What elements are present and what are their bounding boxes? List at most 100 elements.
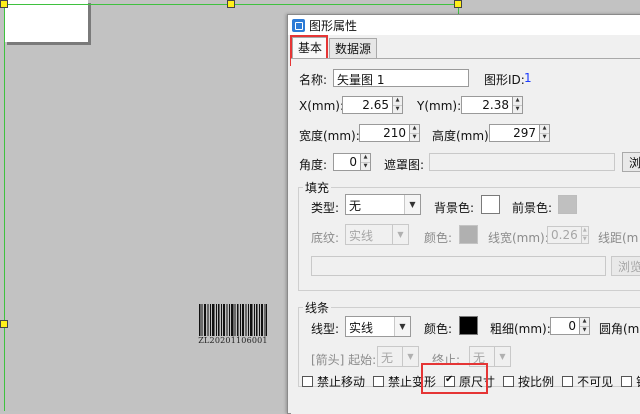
- resize-handle-top-right[interactable]: [454, 0, 462, 8]
- height-increment-icon[interactable]: ▲: [540, 125, 549, 134]
- y-label: Y(mm):: [417, 99, 462, 113]
- chevron-down-icon[interactable]: ▼: [404, 195, 420, 214]
- angle-label: 角度:: [299, 158, 328, 172]
- chevron-down-icon[interactable]: ▼: [494, 347, 510, 366]
- stroke-type-value: 实线: [349, 321, 374, 335]
- barcode-text: ZL20201106001: [198, 336, 268, 345]
- name-input[interactable]: 矢量图 1: [333, 69, 469, 87]
- y-value[interactable]: 2.38: [461, 96, 512, 114]
- height-stepper[interactable]: 297 ▲ ▼: [489, 124, 550, 142]
- arrow-start-value: 无: [381, 351, 394, 365]
- x-value[interactable]: 2.65: [342, 96, 392, 114]
- checkbox-keep-ratio[interactable]: 按比例: [503, 373, 554, 390]
- fill-line-width-stepper[interactable]: 0.26 ▲ ▼: [547, 226, 589, 244]
- pattern-value: 实线: [349, 229, 374, 243]
- checkbox-lock-move[interactable]: 禁止移动: [302, 373, 365, 390]
- dialog-titlebar[interactable]: 图形属性: [288, 15, 640, 35]
- selection-frame-left: [4, 4, 5, 411]
- checkbox-box[interactable]: [503, 376, 515, 387]
- app-icon: [292, 18, 305, 32]
- name-label: 名称:: [299, 73, 328, 87]
- stroke-type-label: 线型:: [311, 322, 340, 336]
- fill-type-value: 无: [349, 199, 362, 213]
- fill-line-width-decrement-icon[interactable]: ▼: [582, 236, 588, 244]
- thickness-stepper[interactable]: 0 ▲ ▼: [550, 317, 590, 335]
- checkbox-label: 按比例: [518, 375, 555, 389]
- width-label: 宽度(mm):: [299, 129, 360, 143]
- stroke-type-select[interactable]: 实线 ▼: [345, 316, 411, 337]
- checkbox-box[interactable]: [302, 376, 313, 387]
- foreground-color-label: 前景色:: [512, 201, 553, 215]
- angle-decrement-icon[interactable]: ▼: [361, 163, 370, 171]
- background-color-swatch[interactable]: [481, 195, 500, 214]
- background-color-label: 背景色:: [434, 201, 475, 215]
- y-stepper[interactable]: 2.38 ▲ ▼: [461, 96, 523, 114]
- chevron-down-icon[interactable]: ▼: [394, 317, 410, 336]
- checkbox-mirror[interactable]: 镜像: [621, 373, 640, 390]
- chevron-down-icon[interactable]: ▼: [402, 347, 418, 366]
- line-spacing-label: 线距(m: [598, 231, 639, 245]
- x-decrement-icon[interactable]: ▼: [393, 106, 402, 114]
- stroke-group-title: 线条: [303, 299, 332, 316]
- arrow-start-label: [箭头] 起始:: [311, 353, 377, 367]
- paper-page: [4, 0, 88, 42]
- shape-properties-dialog: 图形属性 基本 数据源 名称: 矢量图 1 图形ID: 1 X(mm): 2.6…: [287, 14, 640, 414]
- height-value[interactable]: 297: [489, 124, 539, 142]
- tab-data-source[interactable]: 数据源: [329, 38, 378, 59]
- x-stepper[interactable]: 2.65 ▲ ▼: [342, 96, 403, 114]
- y-increment-icon[interactable]: ▲: [513, 97, 522, 106]
- original-size-highlight-box: [421, 363, 488, 394]
- width-increment-icon[interactable]: ▲: [410, 125, 419, 134]
- shape-id-value: 1: [524, 71, 532, 85]
- mask-browse-button[interactable]: 浏: [622, 152, 640, 172]
- checkbox-invisible[interactable]: 不可见: [562, 373, 613, 390]
- width-decrement-icon[interactable]: ▼: [410, 134, 419, 142]
- x-label: X(mm):: [299, 99, 345, 113]
- height-decrement-icon[interactable]: ▼: [540, 134, 549, 142]
- checkbox-label: 禁止移动: [317, 375, 366, 389]
- checkbox-box[interactable]: [621, 376, 633, 387]
- barcode-graphic[interactable]: [199, 304, 267, 336]
- thickness-label: 粗细(mm):: [490, 322, 551, 336]
- checkbox-label: 镜像: [636, 373, 640, 390]
- shape-id-label: 图形ID:: [484, 73, 525, 87]
- basic-tab-panel: 名称: 矢量图 1 图形ID: 1 X(mm): 2.65 ▲ ▼ Y(mm): …: [291, 58, 640, 414]
- line-width-label: 线宽(mm):: [488, 231, 549, 245]
- angle-value[interactable]: 0: [333, 153, 360, 171]
- mask-image-label: 遮罩图:: [384, 158, 425, 172]
- mask-image-input[interactable]: [429, 153, 615, 171]
- fill-type-label: 类型:: [311, 201, 340, 215]
- dialog-title: 图形属性: [309, 18, 358, 33]
- fill-image-path-input[interactable]: [311, 256, 606, 276]
- thickness-decrement-icon[interactable]: ▼: [580, 327, 589, 335]
- fill-line-width-increment-icon[interactable]: ▲: [581, 227, 588, 236]
- checkbox-label: 不可见: [577, 375, 614, 389]
- resize-handle-middle-left[interactable]: [0, 320, 8, 328]
- pattern-select[interactable]: 实线 ▼: [345, 224, 409, 245]
- thickness-increment-icon[interactable]: ▲: [580, 318, 589, 327]
- fill-line-width-value[interactable]: 0.26: [547, 226, 581, 244]
- corner-radius-label: 圆角(m: [599, 322, 640, 336]
- stroke-color-swatch[interactable]: [459, 316, 478, 335]
- arrow-start-select[interactable]: 无 ▼: [377, 346, 419, 367]
- fill-browse-button[interactable]: 浏览: [611, 256, 640, 276]
- width-stepper[interactable]: 210 ▲ ▼: [359, 124, 420, 142]
- fill-group-title: 填充: [303, 179, 332, 196]
- foreground-color-swatch[interactable]: [558, 195, 577, 214]
- fill-type-select[interactable]: 无 ▼: [345, 194, 421, 215]
- checkbox-box[interactable]: [373, 376, 385, 387]
- resize-handle-top-left[interactable]: [0, 0, 8, 8]
- angle-stepper[interactable]: 0 ▲ ▼: [333, 153, 371, 171]
- chevron-down-icon[interactable]: ▼: [392, 225, 408, 244]
- pattern-color-label: 颜色:: [424, 231, 453, 245]
- y-decrement-icon[interactable]: ▼: [513, 106, 522, 114]
- checkbox-box[interactable]: [562, 376, 574, 387]
- pattern-color-swatch[interactable]: [459, 225, 478, 244]
- angle-increment-icon[interactable]: ▲: [361, 154, 370, 163]
- resize-handle-top-center[interactable]: [227, 0, 235, 8]
- stroke-color-label: 颜色:: [424, 322, 453, 336]
- thickness-value[interactable]: 0: [550, 317, 579, 335]
- pattern-label: 底纹:: [311, 231, 340, 245]
- width-value[interactable]: 210: [359, 124, 409, 142]
- x-increment-icon[interactable]: ▲: [393, 97, 402, 106]
